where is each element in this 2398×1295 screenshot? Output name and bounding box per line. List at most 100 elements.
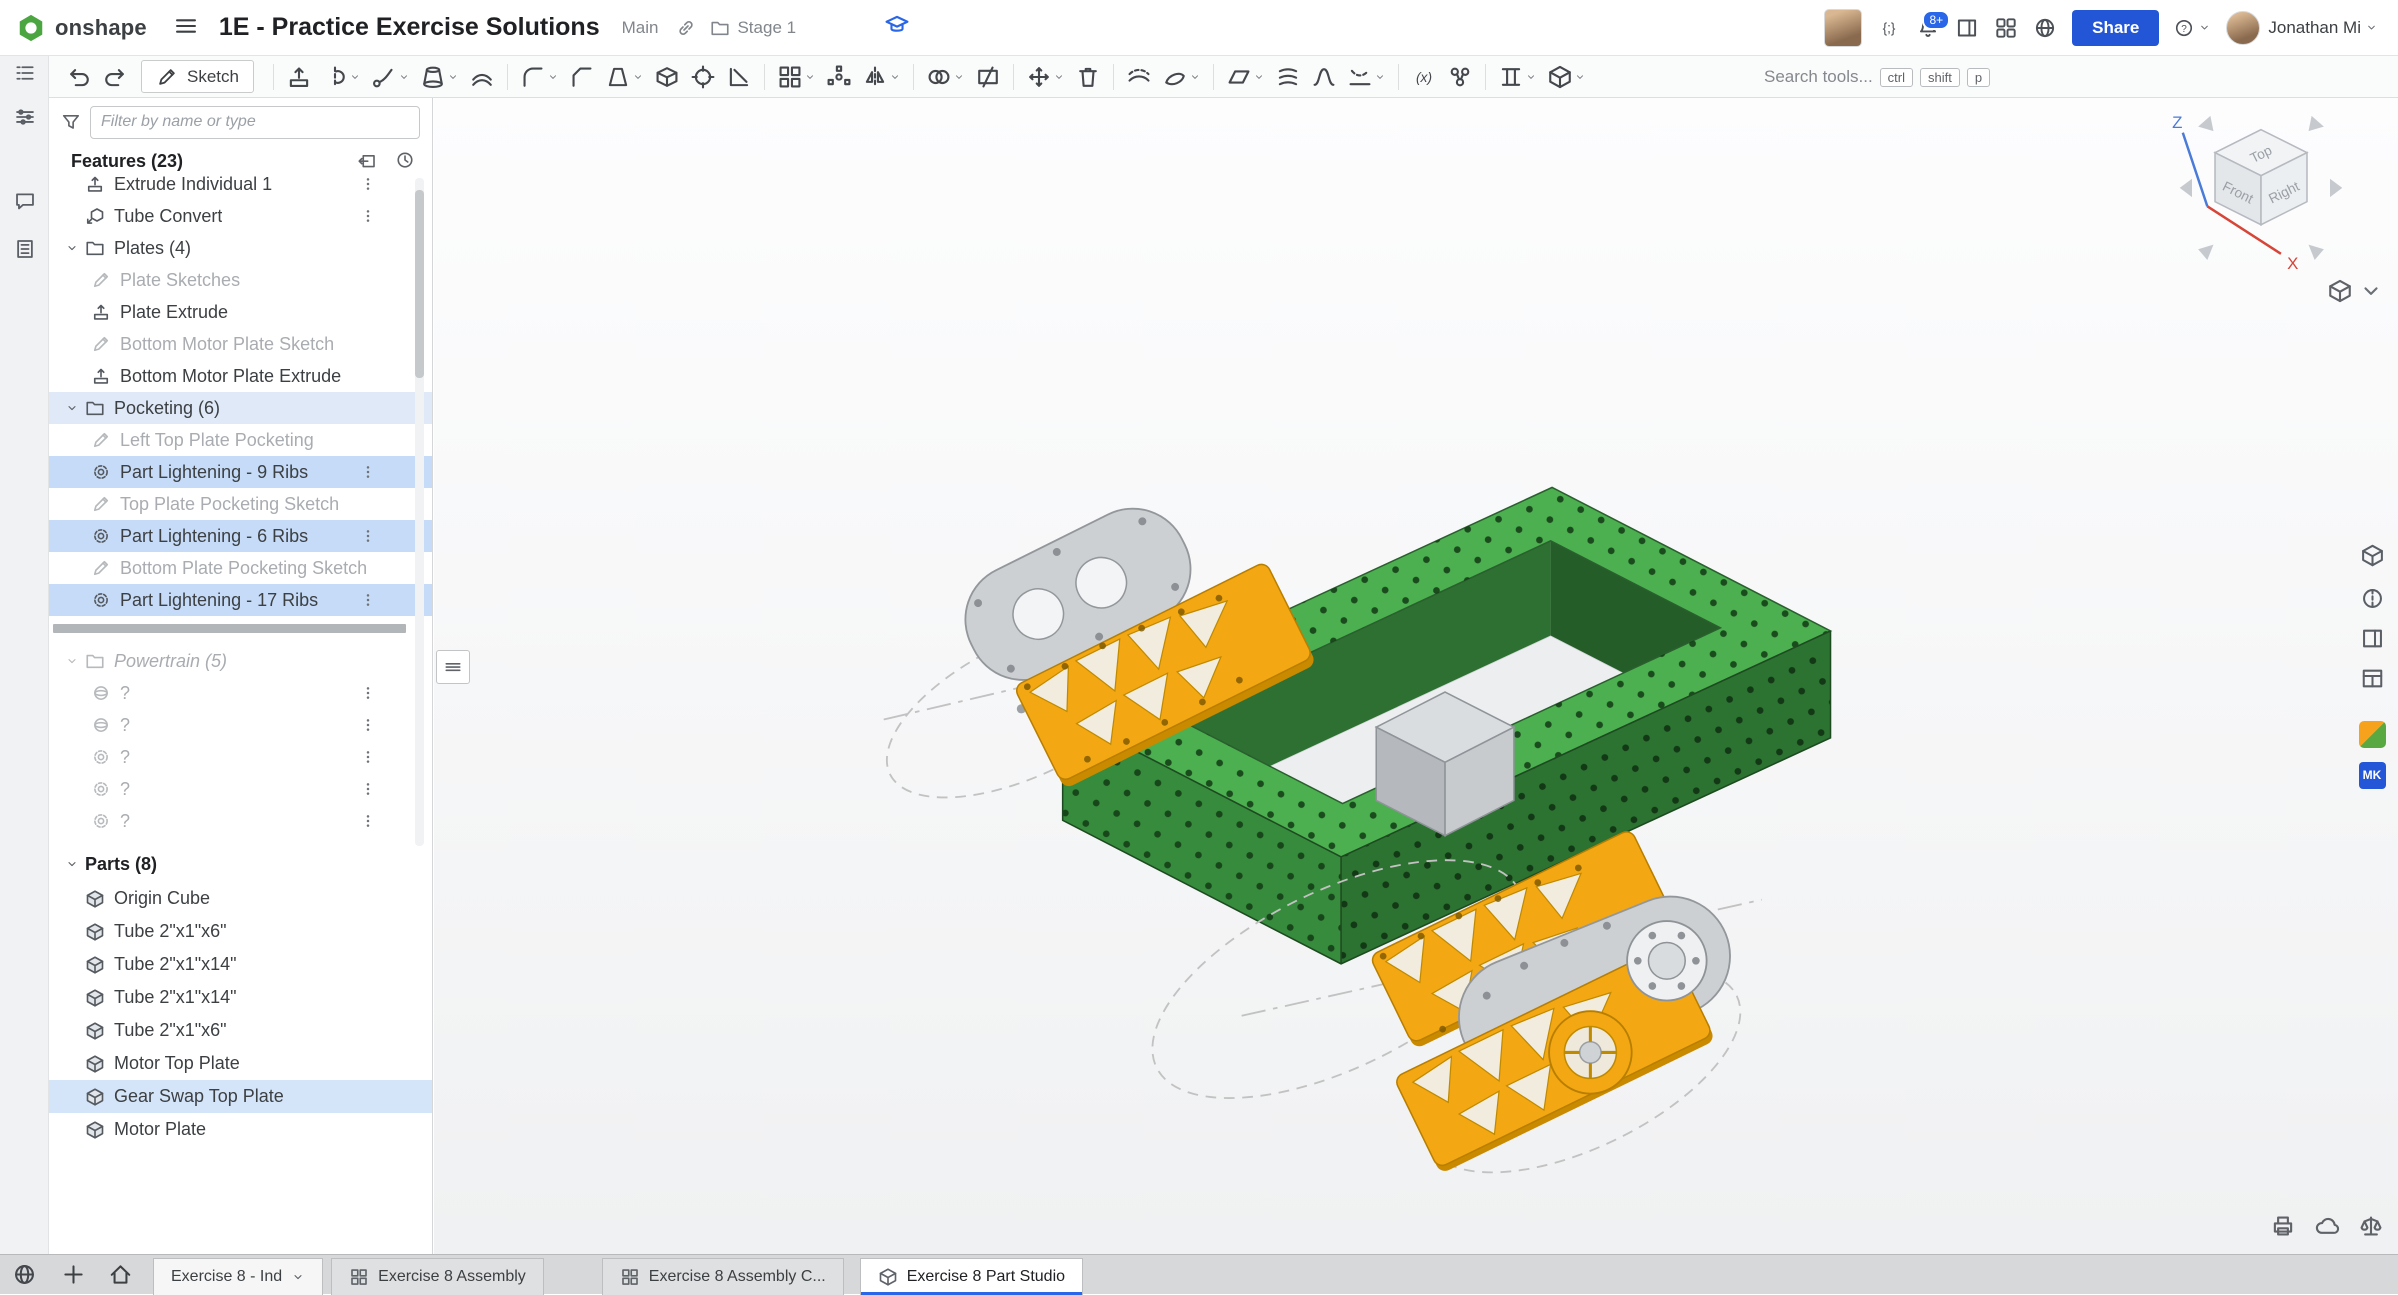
mirror-tool-button[interactable] [857,60,906,94]
transform-tool-button[interactable] [1021,60,1070,94]
user-menu[interactable]: Jonathan Mi [2226,11,2378,45]
feature-item-unknown[interactable]: ? [49,805,432,837]
part-item-tube-2-x1-x6[interactable]: Tube 2"x1"x6" [49,915,432,948]
feature-item-unknown[interactable]: ? [49,773,432,805]
chevron-down-icon[interactable] [1253,71,1265,83]
feature-item-left-top-plate-pocketing[interactable]: Left Top Plate Pocketing [49,424,432,456]
branch-label[interactable]: Main [622,18,659,38]
part-item-motor-plate[interactable]: Motor Plate [49,1113,432,1146]
chevron-down-icon[interactable] [804,71,816,83]
chevron-down-icon[interactable] [547,71,559,83]
part-item-tube-2-x1-x14[interactable]: Tube 2"x1"x14" [49,981,432,1014]
parts-header-row[interactable]: Parts (8) [49,848,432,880]
share-button[interactable]: Share [2072,10,2159,46]
chevron-down-icon[interactable] [61,241,83,255]
feature-item-bottom-plate-pocketing-sketch[interactable]: Bottom Plate Pocketing Sketch [49,552,432,584]
view-cube[interactable]: Z X Top Front Right [2146,108,2376,277]
configurations-panel-button[interactable] [9,102,41,132]
part-item-tube-2-x1-x14[interactable]: Tube 2"x1"x14" [49,948,432,981]
helix-tool-button[interactable] [1270,60,1306,94]
feature-item-tube-convert[interactable]: Tube Convert [49,200,432,232]
comments-panel-button[interactable] [9,186,41,216]
thicken-tool-button[interactable] [464,60,500,94]
color-app-button[interactable] [2355,717,2389,751]
fill-surface-tool-button[interactable] [1157,60,1206,94]
fillet-tool-button[interactable] [515,60,564,94]
loft-tool-button[interactable] [415,60,464,94]
viewport-3d[interactable]: Z X Top Front Right MK [434,98,2398,1254]
main-menu-button[interactable] [173,13,199,42]
language-button[interactable] [2033,16,2057,40]
hole-tool-button[interactable] [685,60,721,94]
chevron-down-icon[interactable] [1374,71,1386,83]
chamfer-tool-button[interactable] [564,60,600,94]
frame-tool-button[interactable] [1493,60,1542,94]
sweep-tool-button[interactable] [366,60,415,94]
project-curve-tool-button[interactable] [1342,60,1391,94]
display-style-tool-button[interactable] [1542,60,1591,94]
learning-center-icon[interactable] [884,12,910,43]
custom-tables-button[interactable] [2355,661,2389,695]
feature-item-plate-sketches[interactable]: Plate Sketches [49,264,432,296]
chevron-down-icon[interactable] [291,1270,305,1284]
help-menu[interactable]: ? [2174,18,2211,38]
feature-item-extrude-individual-1[interactable]: Extrude Individual 1 [49,176,432,200]
bom-panel-button[interactable] [9,234,41,264]
part-item-tube-2-x1-x6[interactable]: Tube 2"x1"x6" [49,1014,432,1047]
undo-button[interactable] [61,60,97,94]
app-store-button[interactable] [1994,16,2018,40]
onshape-logo[interactable]: onshape [16,13,147,43]
rollback-handle[interactable] [436,650,470,684]
notifications-button[interactable]: 8+ [1916,16,1940,40]
part-item-gear-swap-top-plate[interactable]: Gear Swap Top Plate [49,1080,432,1113]
offset-surface-tool-button[interactable] [1121,60,1157,94]
scrollbar-thumb[interactable] [415,190,424,378]
part-item-motor-top-plate[interactable]: Motor Top Plate [49,1047,432,1080]
draft-tool-button[interactable] [600,60,649,94]
part-item-origin-cube[interactable]: Origin Cube [49,882,432,915]
cloud-status-button[interactable] [2314,1213,2340,1242]
spline-tool-button[interactable] [1306,60,1342,94]
section-view-button[interactable] [2355,581,2389,615]
named-views-button[interactable] [2355,621,2389,655]
feature-item-unknown[interactable]: ? [49,741,432,773]
stage-selector[interactable]: Stage 1 [710,18,796,38]
delete-part-tool-button[interactable] [1070,60,1106,94]
split-tool-button[interactable] [970,60,1006,94]
history-button[interactable] [392,148,418,174]
feature-item-plates-4[interactable]: Plates (4) [49,232,432,264]
featurescript-button[interactable]: {;} [1877,16,1901,40]
mkcad-app-button[interactable]: MK [2355,758,2389,792]
chevron-down-icon[interactable] [398,71,410,83]
rollback-bar[interactable] [53,624,406,633]
feature-item-top-plate-pocketing-sketch[interactable]: Top Plate Pocketing Sketch [49,488,432,520]
chevron-down-icon[interactable] [61,401,83,415]
sketch-button[interactable]: Sketch [141,60,254,93]
tab-exercise-8-assembly[interactable]: Exercise 8 Assembly [331,1258,544,1295]
feature-item-powertrain-5[interactable]: Powertrain (5) [49,645,432,677]
feature-list-panel-button[interactable] [9,58,41,88]
add-tab-button[interactable] [61,1262,86,1287]
feature-item-part-lightening-17-ribs[interactable]: Part Lightening - 17 Ribs [49,584,432,616]
display-options-button[interactable] [2355,538,2389,572]
chevron-down-icon[interactable] [1574,71,1586,83]
variable-studio-tool-button[interactable] [1442,60,1478,94]
tab-exercise-8-ind[interactable]: Exercise 8 - Ind [153,1258,323,1295]
boolean-tool-button[interactable] [921,60,970,94]
classroom-avatar[interactable] [1824,9,1862,47]
chevron-down-icon[interactable] [889,71,901,83]
chevron-down-icon[interactable] [1053,71,1065,83]
filter-input[interactable] [90,106,420,139]
print-button[interactable] [2270,1213,2296,1242]
chevron-down-icon[interactable] [61,654,83,668]
tab-exercise-8-assembly-c[interactable]: Exercise 8 Assembly C... [602,1258,844,1295]
chevron-down-icon[interactable] [953,71,965,83]
feature-item-part-lightening-6-ribs[interactable]: Part Lightening - 6 Ribs [49,520,432,552]
chevron-down-icon[interactable] [1189,71,1201,83]
linear-pattern-tool-button[interactable] [772,60,821,94]
feature-item-unknown[interactable]: ? [49,677,432,709]
feature-item-part-lightening-9-ribs[interactable]: Part Lightening - 9 Ribs [49,456,432,488]
reference-panel-button[interactable] [1955,16,1979,40]
tab-exercise-8-part-studio[interactable]: Exercise 8 Part Studio [860,1258,1083,1295]
feature-scrollbar[interactable] [415,178,424,846]
